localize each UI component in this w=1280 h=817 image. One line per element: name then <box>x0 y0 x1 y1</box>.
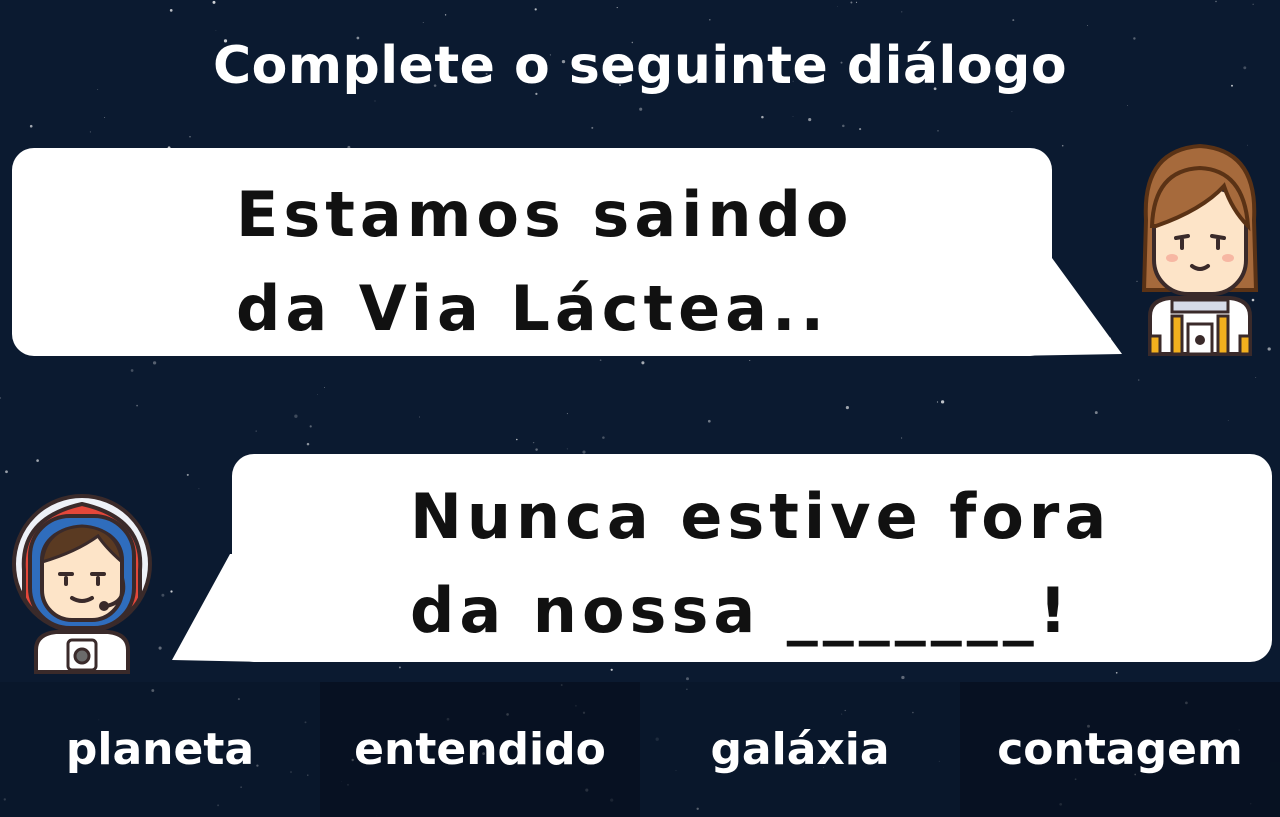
star <box>532 441 535 444</box>
star <box>255 430 257 432</box>
star <box>855 1 858 3</box>
star <box>317 394 318 395</box>
option-galaxia[interactable]: galáxia <box>640 682 960 817</box>
star <box>0 397 2 399</box>
dialogue-line-2: Nunca estive fora da nossa _______! <box>410 480 1112 647</box>
star <box>566 448 568 450</box>
star <box>161 593 165 597</box>
star <box>1012 19 1015 22</box>
star <box>152 361 157 365</box>
star <box>515 438 518 441</box>
star <box>937 130 939 132</box>
star <box>1267 347 1271 351</box>
star <box>535 448 538 451</box>
option-planeta[interactable]: planeta <box>0 682 320 817</box>
star <box>850 1 853 4</box>
star <box>294 414 298 418</box>
star <box>444 14 447 16</box>
star <box>130 369 134 372</box>
star <box>641 361 645 365</box>
star <box>36 459 39 462</box>
dialogue-line-1: Estamos saindo da Via Láctea.. <box>236 178 854 345</box>
star <box>534 8 537 11</box>
star <box>198 488 200 490</box>
option-contagem[interactable]: contagem <box>960 682 1280 817</box>
star <box>136 404 138 407</box>
star <box>89 131 91 133</box>
star <box>186 473 189 476</box>
star <box>158 646 162 650</box>
star <box>616 7 618 9</box>
star <box>1255 377 1257 378</box>
star <box>940 400 945 404</box>
star <box>639 107 643 111</box>
star <box>212 0 216 4</box>
star <box>859 128 862 131</box>
star <box>610 668 613 671</box>
star <box>1094 411 1098 415</box>
star <box>599 359 602 362</box>
star <box>602 436 605 439</box>
star <box>1061 144 1064 147</box>
star <box>422 22 424 23</box>
star <box>104 116 106 119</box>
star <box>936 401 939 403</box>
star <box>808 118 812 122</box>
star <box>792 116 794 117</box>
star <box>566 413 568 415</box>
star <box>686 677 689 681</box>
astronaut-woman-icon <box>1141 143 1259 356</box>
star <box>901 675 905 680</box>
star <box>169 9 173 12</box>
star <box>837 5 839 7</box>
star <box>215 30 217 32</box>
star <box>749 359 751 361</box>
star <box>1115 671 1118 674</box>
star <box>1227 419 1229 421</box>
speech-bubble-2: Nunca estive fora da nossa _______! <box>172 454 1272 662</box>
star <box>707 419 711 423</box>
star <box>1011 111 1013 113</box>
star <box>901 11 903 13</box>
astronaut-man-icon <box>12 494 152 674</box>
star <box>842 124 845 128</box>
star <box>1252 3 1254 5</box>
star <box>29 124 33 128</box>
answer-options: planeta entendido galáxia contagem <box>0 682 1280 817</box>
star <box>1137 379 1140 381</box>
star <box>1087 25 1088 26</box>
page-title: Complete o seguinte diálogo <box>212 36 1068 96</box>
star <box>1127 105 1128 107</box>
bubble-tail-left <box>172 554 270 662</box>
star <box>324 386 325 388</box>
star <box>845 406 849 410</box>
star <box>1215 0 1217 3</box>
star <box>419 416 421 418</box>
star <box>5 470 8 474</box>
star <box>309 425 312 428</box>
star <box>709 18 711 21</box>
star <box>398 666 401 669</box>
bubble-tail-right <box>1012 258 1122 356</box>
option-entendido[interactable]: entendido <box>320 682 640 817</box>
star <box>901 437 903 439</box>
speech-bubble-1: Estamos saindo da Via Láctea.. <box>12 148 1122 356</box>
star <box>306 442 310 446</box>
star <box>374 100 376 102</box>
star <box>189 136 191 138</box>
star <box>591 126 594 129</box>
star <box>761 115 764 119</box>
